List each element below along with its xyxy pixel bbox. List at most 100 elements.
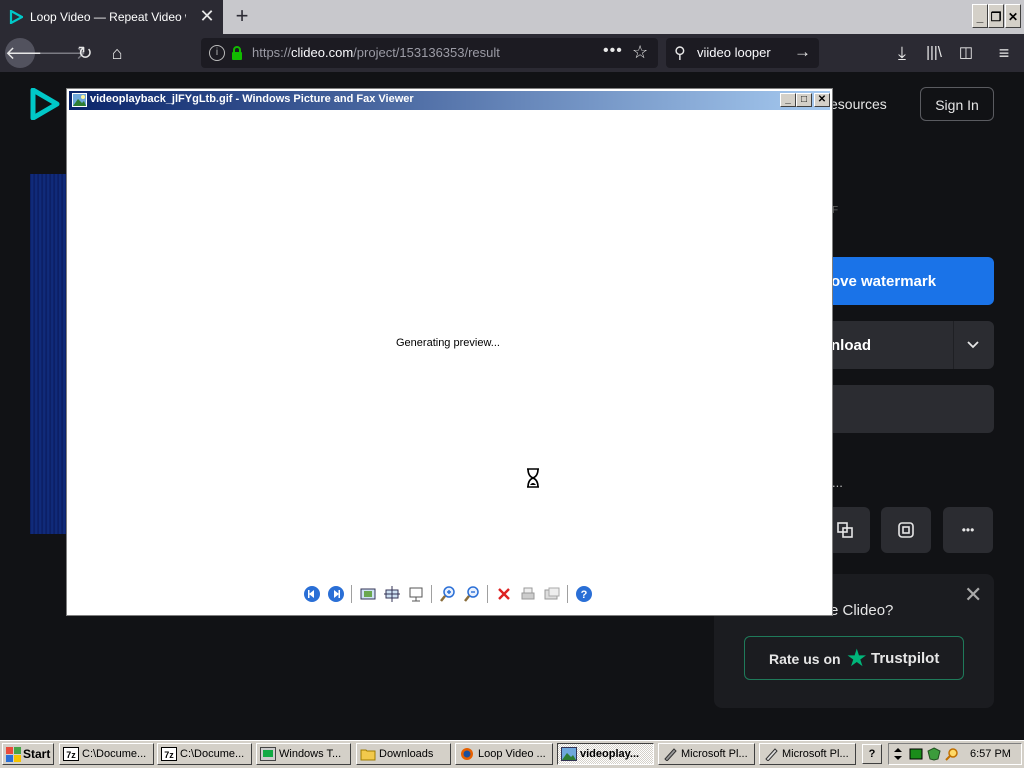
- url-text: https://clideo.com/project/153136353/res…: [252, 45, 500, 60]
- actual-size-icon[interactable]: [383, 585, 401, 603]
- taskbar-item-microsoft-1[interactable]: Microsoft Pl...: [658, 743, 755, 765]
- taskbar-item-label: Microsoft Pl...: [782, 748, 849, 760]
- pen-icon: [664, 748, 677, 761]
- rate-question: e Clideo?: [830, 602, 894, 619]
- more-options-icon[interactable]: •••: [943, 507, 993, 553]
- svg-text:7z: 7z: [164, 750, 174, 760]
- close-tab-icon[interactable]: ✕: [198, 7, 216, 25]
- zoom-out-icon[interactable]: [463, 585, 481, 603]
- taskbar-item-7zip-1[interactable]: 7z C:\Docume...: [59, 743, 154, 765]
- hourglass-cursor-icon: [527, 468, 539, 488]
- best-fit-icon[interactable]: [359, 585, 377, 603]
- delete-icon[interactable]: [495, 585, 513, 603]
- menu-icon[interactable]: ≡: [989, 38, 1019, 68]
- browser-toolbar: 🡐 🡒 ↻ ⌂ i https://clideo.com/project/153…: [0, 34, 1024, 72]
- windows-logo-icon: [6, 747, 21, 762]
- system-tray: 6:57 PM: [888, 743, 1022, 765]
- toolbar-separator: [487, 585, 488, 603]
- start-button[interactable]: Start: [2, 743, 54, 765]
- start-label: Start: [23, 747, 51, 761]
- home-button[interactable]: ⌂: [102, 38, 132, 68]
- trustpilot-star-icon: ★: [846, 645, 868, 672]
- clideo-logo-icon[interactable]: [30, 88, 60, 120]
- taskbar-item-label: Loop Video ...: [478, 748, 546, 760]
- toolbar-separator: [431, 585, 432, 603]
- downloads-icon[interactable]: ⤓: [887, 38, 917, 68]
- url-bar[interactable]: i https://clideo.com/project/153136353/r…: [201, 38, 658, 68]
- video-preview: [30, 174, 70, 534]
- zoom-in-icon[interactable]: [439, 585, 457, 603]
- viewer-minimize-button[interactable]: _: [780, 93, 796, 107]
- search-go-icon[interactable]: →: [794, 42, 811, 62]
- taskbar-item-label: Windows T...: [279, 748, 342, 760]
- rate-us-label: Rate us on: [769, 651, 841, 667]
- print-icon[interactable]: [519, 585, 537, 603]
- viewer-maximize-button[interactable]: □: [796, 93, 812, 107]
- new-tab-button[interactable]: +: [231, 4, 253, 28]
- taskbar-item-label: videoplay...: [580, 748, 640, 760]
- viewer-close-button[interactable]: ✕: [814, 93, 830, 107]
- resize-icon[interactable]: [881, 507, 931, 553]
- tray-search-icon[interactable]: [945, 747, 959, 761]
- clock: 6:57 PM: [970, 748, 1011, 760]
- page-actions-icon[interactable]: •••: [603, 42, 623, 60]
- download-divider: [953, 321, 954, 369]
- download-label: nload: [831, 337, 871, 354]
- pen-icon: [765, 748, 778, 761]
- 7zip-icon: 7z: [63, 747, 79, 761]
- viewer-title: videoplayback_jlFYgLtb.gif - Windows Pic…: [90, 93, 414, 105]
- trustpilot-button[interactable]: Rate us on ★ Trustpilot: [744, 636, 964, 680]
- previous-image-icon[interactable]: [303, 585, 321, 603]
- bookmark-star-icon[interactable]: ☆: [632, 42, 648, 63]
- restore-window-button[interactable]: ❐: [988, 4, 1004, 28]
- forward-button[interactable]: 🡒: [38, 38, 86, 68]
- close-icon[interactable]: ✕: [964, 582, 982, 608]
- svg-text:7z: 7z: [66, 750, 76, 760]
- folder-icon: [360, 749, 376, 761]
- taskbar-item-7zip-2[interactable]: 7z C:\Docume...: [157, 743, 252, 765]
- taskbar-item-picture-viewer[interactable]: videoplay...: [557, 743, 654, 765]
- remove-watermark-label: ove watermark: [831, 273, 937, 290]
- firefox-icon: [461, 748, 473, 760]
- picture-viewer-app-icon: [72, 93, 87, 107]
- info-icon[interactable]: i: [209, 45, 225, 61]
- tray-shield-icon[interactable]: [927, 747, 941, 761]
- search-input[interactable]: viideo looper: [697, 45, 771, 60]
- viewer-title-bar[interactable]: videoplayback_jlFYgLtb.gif - Windows Pic…: [69, 91, 830, 110]
- edit-more-label: ...: [832, 475, 843, 490]
- trustpilot-label: Trustpilot: [871, 650, 940, 667]
- close-window-button[interactable]: ✕: [1005, 4, 1021, 28]
- taskbar-item-windows-task[interactable]: Windows T...: [256, 743, 351, 765]
- search-bar[interactable]: ⚲ viideo looper →: [666, 38, 819, 68]
- picture-viewer-app-icon: [561, 747, 577, 761]
- toolbar-separator: [567, 585, 568, 603]
- 7zip-icon: 7z: [161, 747, 177, 761]
- generating-preview-text: Generating preview...: [396, 337, 500, 349]
- minimize-window-button[interactable]: _: [972, 4, 988, 28]
- sign-in-button[interactable]: Sign In: [920, 87, 994, 121]
- tray-arrows-icon[interactable]: [893, 747, 903, 761]
- sidebar-icon[interactable]: ◫: [951, 38, 981, 68]
- taskbar-item-microsoft-2[interactable]: Microsoft Pl...: [759, 743, 856, 765]
- taskbar-help-button[interactable]: ?: [862, 744, 882, 764]
- tray-network-icon[interactable]: [909, 747, 923, 761]
- nav-resources-link[interactable]: esources: [830, 96, 887, 112]
- help-icon[interactable]: ?: [575, 585, 593, 603]
- chevron-down-icon[interactable]: [965, 337, 981, 353]
- taskbar-item-firefox[interactable]: Loop Video ...: [455, 743, 553, 765]
- taskbar-item-label: C:\Docume...: [180, 748, 245, 760]
- back-button[interactable]: 🡐: [5, 38, 53, 68]
- reload-button[interactable]: ↻: [70, 38, 100, 68]
- svg-text:?: ?: [581, 589, 588, 601]
- lock-icon: [232, 46, 242, 60]
- search-icon: ⚲: [674, 45, 686, 62]
- library-icon[interactable]: |||\: [919, 38, 949, 68]
- copy-to-icon[interactable]: [543, 585, 561, 603]
- browser-tab-active[interactable]: Loop Video — Repeat Video with C ✕: [0, 0, 223, 34]
- next-image-icon[interactable]: [327, 585, 345, 603]
- taskbar-item-downloads[interactable]: Downloads: [356, 743, 451, 765]
- taskbar-item-label: C:\Docume...: [82, 748, 147, 760]
- clideo-favicon-icon: [9, 10, 23, 24]
- slideshow-icon[interactable]: [407, 585, 425, 603]
- toolbar-separator: [351, 585, 352, 603]
